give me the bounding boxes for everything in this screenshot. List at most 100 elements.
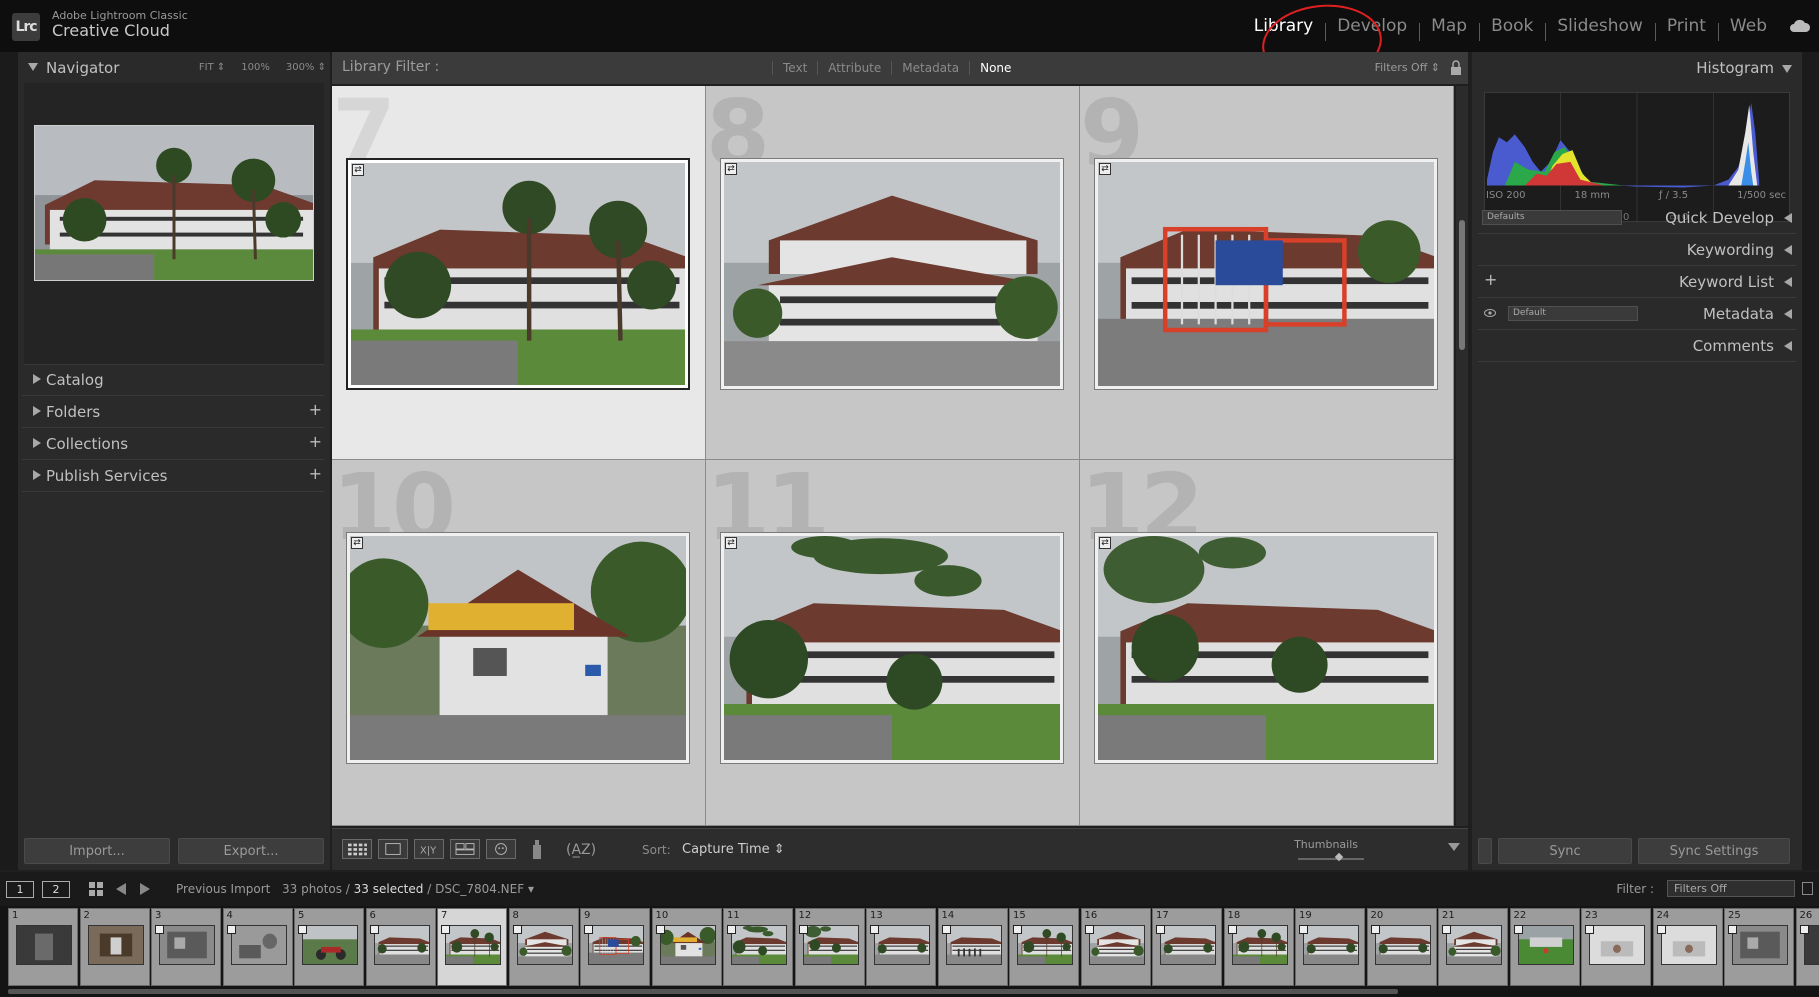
grid-cell[interactable]: 9 ⇄ xyxy=(1080,86,1454,460)
filter-text[interactable]: Text xyxy=(772,61,817,75)
filmstrip-thumbnail[interactable] xyxy=(445,925,501,965)
right-panel-edge[interactable] xyxy=(1802,52,1819,870)
filmstrip-item[interactable]: 14 xyxy=(937,908,1008,986)
back-arrow-icon[interactable] xyxy=(114,882,128,896)
filmstrip-item[interactable]: 4 xyxy=(222,908,293,986)
filmstrip-item[interactable]: 24 xyxy=(1652,908,1723,986)
survey-view-icon[interactable] xyxy=(450,839,480,859)
filmstrip-thumbnail[interactable] xyxy=(1231,925,1288,965)
second-screen-button[interactable]: 2 xyxy=(42,881,70,898)
photo-thumbnail[interactable]: ⇄ xyxy=(346,158,690,390)
spray-can-icon[interactable] xyxy=(530,837,544,861)
filmstrip-item[interactable]: 3 xyxy=(151,908,221,986)
auto-sync-toggle[interactable] xyxy=(1478,838,1492,864)
sync-badge-icon[interactable]: ⇄ xyxy=(1099,163,1111,175)
grid-cell[interactable]: 10 ⇄ xyxy=(332,460,706,826)
forward-arrow-icon[interactable] xyxy=(138,882,152,896)
filmstrip-thumbnail[interactable] xyxy=(874,925,930,965)
filmstrip-thumbnail[interactable] xyxy=(302,925,358,965)
sync-badge-icon[interactable]: ⇄ xyxy=(725,163,737,175)
filmstrip-item[interactable]: 18 xyxy=(1223,908,1294,986)
sync-badge-icon[interactable]: ⇄ xyxy=(725,537,737,549)
filter-none[interactable]: None xyxy=(969,61,1021,75)
filmstrip-thumbnail[interactable] xyxy=(16,925,72,965)
import-button[interactable]: Import... xyxy=(24,838,170,864)
filmstrip-item[interactable]: 2 xyxy=(79,908,150,986)
filmstrip-thumbnail[interactable] xyxy=(945,925,1002,965)
keyword-list-section[interactable]: + Keyword List xyxy=(1478,266,1796,298)
compare-view-icon[interactable]: X|Y xyxy=(414,839,444,859)
loupe-view-icon[interactable] xyxy=(378,839,408,859)
photo-thumbnail[interactable]: ⇄ xyxy=(720,532,1064,764)
histogram-header[interactable]: Histogram xyxy=(1478,52,1796,84)
people-view-icon[interactable] xyxy=(486,839,516,859)
filmstrip-thumbnail[interactable] xyxy=(731,925,787,965)
grid-cell[interactable]: 7 ⇄ xyxy=(332,86,706,460)
keywording-section[interactable]: Keywording xyxy=(1478,234,1796,266)
module-map[interactable]: Map xyxy=(1419,16,1479,41)
filmstrip-thumbnail[interactable] xyxy=(1160,925,1216,965)
thumbnail-size-slider[interactable] xyxy=(1298,858,1364,860)
filmstrip-item[interactable]: 21 xyxy=(1438,908,1508,986)
filmstrip-thumbnail[interactable] xyxy=(1732,925,1788,965)
filmstrip-item[interactable]: 8 xyxy=(508,908,579,986)
filmstrip-item[interactable]: 5 xyxy=(294,908,364,986)
filmstrip-item[interactable]: 11 xyxy=(723,908,793,986)
filmstrip-item[interactable]: 12 xyxy=(794,908,865,986)
sync-button[interactable]: Sync xyxy=(1498,838,1632,864)
grid-view-icon[interactable] xyxy=(342,839,372,859)
filmstrip-item[interactable]: 15 xyxy=(1009,908,1079,986)
sort-dropdown[interactable]: Capture Time ⇕ xyxy=(682,842,785,857)
folders-section[interactable]: Folders + xyxy=(22,396,324,428)
filmstrip-item[interactable]: 20 xyxy=(1366,908,1437,986)
sync-settings-button[interactable]: Sync Settings xyxy=(1638,838,1790,864)
grid-icon[interactable] xyxy=(88,881,104,897)
filmstrip-item[interactable]: 6 xyxy=(365,908,436,986)
filmstrip-thumbnail[interactable] xyxy=(1517,925,1574,965)
photo-status[interactable]: 33 photos / 33 selected / DSC_7804.NEF ▾ xyxy=(282,882,534,896)
filmstrip-item[interactable]: 22 xyxy=(1509,908,1580,986)
cloud-icon[interactable] xyxy=(1789,18,1811,34)
toolbar-menu-chevron-down-icon[interactable] xyxy=(1448,843,1460,851)
catalog-section[interactable]: Catalog xyxy=(22,364,324,396)
filmstrip-item[interactable]: 9 xyxy=(580,908,650,986)
metadata-section[interactable]: Default Metadata xyxy=(1478,298,1796,330)
add-folder-plus-icon[interactable]: + xyxy=(309,400,322,419)
module-book[interactable]: Book xyxy=(1479,16,1545,41)
grid-scroll-thumb[interactable] xyxy=(1459,220,1465,350)
sync-badge-icon[interactable]: ⇄ xyxy=(1099,537,1111,549)
navigator-header[interactable]: Navigator FIT ⇕ 100% 300% ⇕ xyxy=(18,52,330,84)
filmstrip-thumbnail[interactable] xyxy=(658,925,716,965)
comments-section[interactable]: Comments xyxy=(1478,330,1796,362)
filter-metadata[interactable]: Metadata xyxy=(891,61,969,75)
filmstrip-item[interactable]: 16 xyxy=(1080,908,1151,986)
module-print[interactable]: Print xyxy=(1654,16,1718,41)
metadata-preset-select[interactable]: Default xyxy=(1508,306,1638,321)
filmstrip-item[interactable]: 7 xyxy=(437,908,507,986)
filmstrip-item[interactable]: 13 xyxy=(866,908,936,986)
saved-preset-select[interactable]: Defaults xyxy=(1482,210,1622,225)
publish-services-section[interactable]: Publish Services + xyxy=(22,460,324,492)
grid-scrollbar[interactable] xyxy=(1456,86,1468,826)
grid-cell[interactable]: 12 ⇄ xyxy=(1080,460,1454,826)
filmstrip-thumbnail[interactable] xyxy=(159,925,215,965)
filmstrip-scrollbar[interactable] xyxy=(8,989,1398,994)
filmstrip-item[interactable]: 23 xyxy=(1581,908,1651,986)
sync-badge-icon[interactable]: ⇄ xyxy=(352,164,364,176)
filmstrip-thumbnail[interactable] xyxy=(1017,925,1073,965)
filter-lock-icon[interactable] xyxy=(1802,882,1813,895)
filmstrip-thumbnail[interactable] xyxy=(1303,925,1359,965)
add-collection-plus-icon[interactable]: + xyxy=(309,432,322,451)
collections-section[interactable]: Collections + xyxy=(22,428,324,460)
filmstrip-thumbnail[interactable] xyxy=(516,925,573,965)
filmstrip-thumbnail[interactable] xyxy=(1088,925,1145,965)
module-slideshow[interactable]: Slideshow xyxy=(1545,16,1654,41)
filmstrip-item[interactable]: 10 xyxy=(651,908,722,986)
filmstrip-thumbnail[interactable] xyxy=(87,925,144,965)
filmstrip-item[interactable]: 26 xyxy=(1795,908,1819,986)
zoom-fit[interactable]: FIT ⇕ xyxy=(199,62,225,73)
filmstrip-item[interactable]: 25 xyxy=(1724,908,1794,986)
photo-thumbnail[interactable]: ⇄ xyxy=(1094,532,1438,764)
filmstrip-thumbnail[interactable] xyxy=(1374,925,1431,965)
filmstrip-thumbnail[interactable] xyxy=(588,925,644,965)
